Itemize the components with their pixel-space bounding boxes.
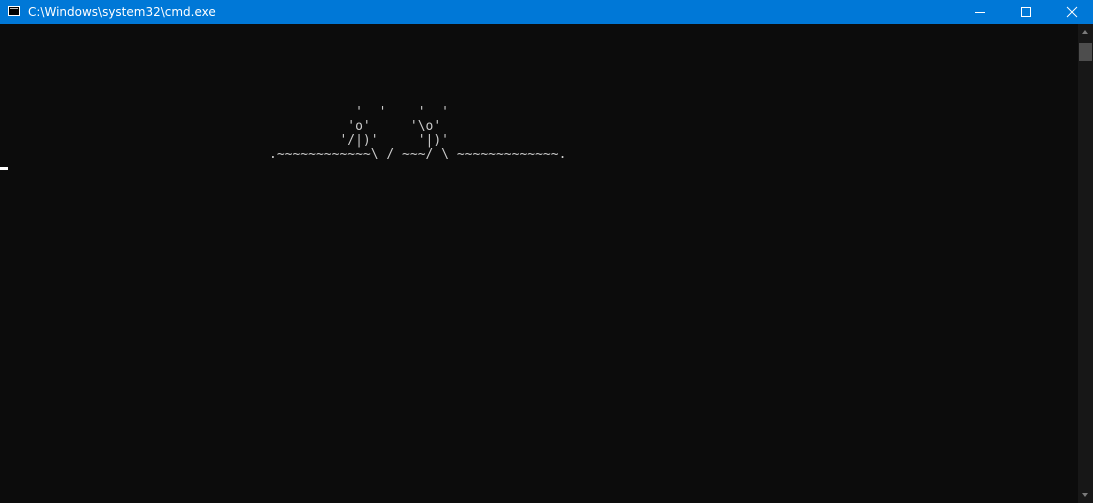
ascii-art: ' ' ' ' 'o' '\o' '/|)' '|)' .~~~~~~~~~~~… (269, 105, 567, 162)
title-bar[interactable]: C:\Windows\system32\cmd.exe (0, 0, 1093, 24)
window-title: C:\Windows\system32\cmd.exe (28, 5, 216, 19)
vertical-scrollbar[interactable] (1078, 24, 1093, 503)
scroll-thumb[interactable] (1079, 43, 1092, 61)
minimize-icon (975, 12, 985, 13)
scroll-down-icon[interactable] (1078, 486, 1093, 503)
scroll-up-icon[interactable] (1078, 24, 1093, 41)
console-output[interactable]: ' ' ' ' 'o' '\o' '/|)' '|)' .~~~~~~~~~~~… (0, 24, 1078, 503)
text-cursor (0, 167, 8, 170)
maximize-icon (1021, 7, 1031, 17)
close-button[interactable] (1049, 0, 1093, 24)
maximize-button[interactable] (1003, 0, 1049, 24)
cmd-window: C:\Windows\system32\cmd.exe ' ' ' ' 'o' … (0, 0, 1093, 503)
close-icon (1066, 6, 1078, 18)
cmd-icon[interactable] (8, 6, 20, 16)
minimize-button[interactable] (957, 0, 1003, 24)
